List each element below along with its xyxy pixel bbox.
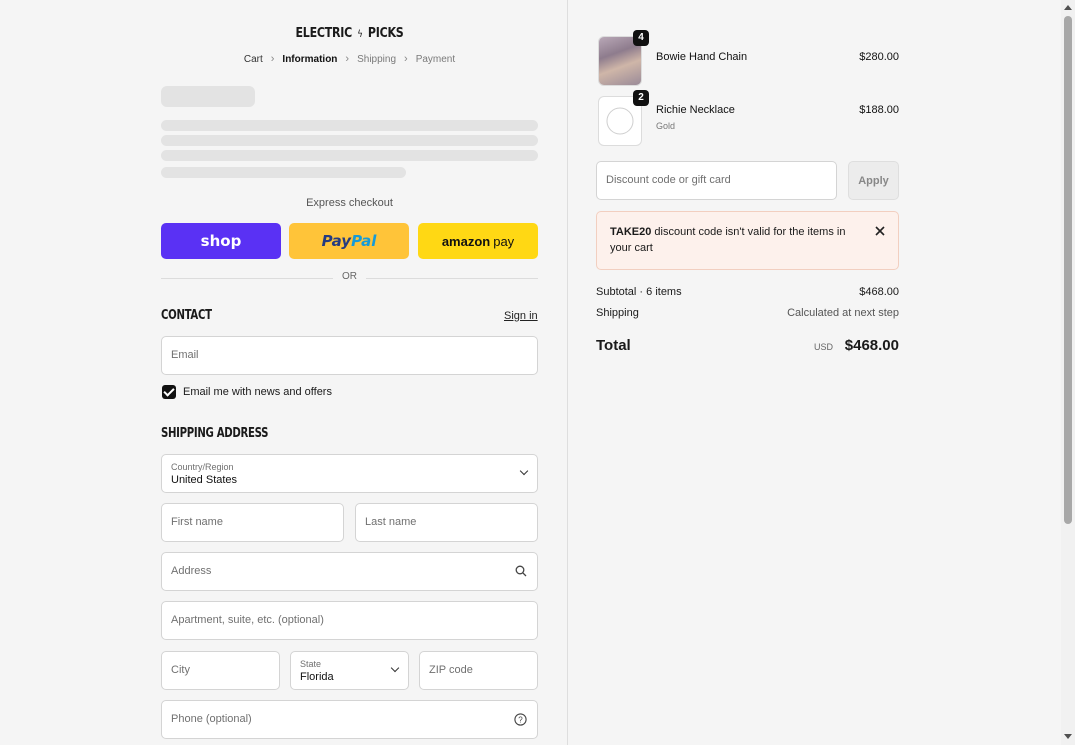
checkout-form-panel: ELECTRIC ϟ PICKS Cart › Information › Sh…: [0, 0, 567, 745]
total-label: Total: [596, 337, 631, 354]
breadcrumb-payment: Payment: [415, 53, 456, 65]
breadcrumb-information: Information: [282, 53, 338, 65]
paypal-label-pay: Pay: [321, 232, 352, 250]
address-placeholder: Address: [171, 565, 212, 577]
product-price: $280.00: [859, 51, 899, 63]
paypal-button[interactable]: Pay Pal: [289, 223, 409, 259]
scrollbar[interactable]: [1061, 0, 1075, 745]
or-text: OR: [342, 271, 357, 282]
shop-pay-label: shop: [200, 232, 242, 250]
chevron-down-icon: [390, 663, 400, 673]
loading-skeleton-line: [161, 150, 538, 161]
email-placeholder: Email: [171, 349, 199, 361]
state-label: State: [300, 659, 322, 669]
alert-code: TAKE20: [610, 226, 652, 238]
sign-in-link[interactable]: Sign in: [504, 310, 538, 322]
subtotal-value: $468.00: [859, 286, 899, 298]
apply-button[interactable]: Apply: [848, 161, 899, 200]
total-value: $468.00: [844, 337, 899, 354]
cart-item: 2 Richie Necklace Gold $188.00: [596, 90, 899, 146]
chevron-right-icon: ›: [404, 53, 408, 65]
product-name: Bowie Hand Chain: [656, 51, 748, 63]
phone-field[interactable]: Phone (optional) ?: [161, 700, 538, 739]
quantity-badge: 4: [633, 30, 649, 46]
contact-heading: Contact: [161, 308, 212, 323]
scrollbar-thumb[interactable]: [1064, 16, 1072, 524]
loading-skeleton-line: [161, 135, 538, 146]
discount-error-alert: TAKE20 discount code isn't valid for the…: [596, 211, 899, 270]
divider-line: [366, 278, 538, 279]
quantity-badge: 2: [633, 90, 649, 106]
breadcrumb-cart[interactable]: Cart: [244, 54, 263, 65]
loading-skeleton-title: [161, 86, 255, 107]
first-name-field[interactable]: First name: [161, 503, 344, 542]
amazon-label: amazon: [441, 233, 491, 249]
store-logo[interactable]: ELECTRIC ϟ PICKS: [189, 26, 509, 41]
total-row: Total USD $468.00: [596, 337, 899, 357]
breadcrumb: Cart › Information › Shipping › Payment: [161, 53, 538, 65]
phone-placeholder: Phone (optional): [171, 713, 252, 725]
state-value: Florida: [300, 671, 334, 683]
amazon-pay-button[interactable]: amazon pay: [418, 223, 538, 259]
email-field[interactable]: Email: [161, 336, 538, 375]
city-field[interactable]: City: [161, 651, 280, 690]
shipping-row: Shipping Calculated at next step: [596, 307, 899, 319]
last-name-placeholder: Last name: [365, 516, 417, 528]
breadcrumb-shipping: Shipping: [357, 53, 397, 65]
apartment-field[interactable]: Apartment, suite, etc. (optional): [161, 601, 538, 640]
zip-placeholder: ZIP code: [429, 664, 473, 676]
or-divider: OR: [161, 271, 538, 285]
first-name-placeholder: First name: [171, 516, 223, 528]
state-select[interactable]: State Florida: [290, 651, 409, 690]
amazon-pay-label: pay: [493, 233, 515, 249]
close-icon[interactable]: [874, 225, 886, 237]
chevron-right-icon: ›: [270, 53, 275, 65]
alert-message: TAKE20 discount code isn't valid for the…: [610, 224, 860, 256]
discount-placeholder: Discount code or gift card: [606, 174, 731, 186]
shop-pay-button[interactable]: shop: [161, 223, 281, 259]
express-checkout-label: Express checkout: [306, 197, 393, 209]
newsletter-checkbox[interactable]: [162, 385, 176, 399]
discount-code-field[interactable]: Discount code or gift card: [596, 161, 837, 200]
apartment-placeholder: Apartment, suite, etc. (optional): [171, 614, 324, 626]
newsletter-option[interactable]: Email me with news and offers: [162, 385, 332, 399]
scroll-up-icon[interactable]: [1064, 5, 1072, 10]
search-icon: [515, 565, 527, 580]
loading-skeleton-line: [161, 120, 538, 131]
address-field[interactable]: Address: [161, 552, 538, 591]
shipping-address-heading: Shipping address: [161, 426, 269, 441]
logo-text-left: ELECTRIC: [295, 26, 352, 41]
country-select[interactable]: Country/Region United States: [161, 454, 538, 493]
apply-label: Apply: [858, 174, 889, 187]
currency-code: USD: [813, 342, 833, 352]
lightning-icon: ϟ: [357, 29, 363, 40]
subtotal-row: Subtotal · 6 items $468.00: [596, 286, 899, 298]
newsletter-label: Email me with news and offers: [183, 386, 332, 398]
subtotal-label: Subtotal · 6 items: [596, 286, 682, 298]
country-label: Country/Region: [171, 462, 234, 472]
product-price: $188.00: [859, 104, 899, 116]
cart-item: 4 Bowie Hand Chain $280.00: [596, 30, 899, 86]
chevron-down-icon: [519, 466, 529, 476]
product-variant: Gold: [656, 121, 676, 131]
city-placeholder: City: [171, 664, 190, 676]
chevron-right-icon: ›: [345, 53, 350, 65]
svg-text:?: ?: [518, 715, 523, 724]
zip-field[interactable]: ZIP code: [419, 651, 538, 690]
paypal-label-pal: Pal: [351, 232, 377, 250]
shipping-label: Shipping: [596, 307, 639, 319]
logo-text-right: PICKS: [367, 26, 404, 41]
country-value: United States: [171, 474, 238, 486]
help-icon[interactable]: ?: [514, 713, 527, 729]
scroll-down-icon[interactable]: [1064, 734, 1072, 739]
shipping-value: Calculated at next step: [787, 307, 899, 319]
loading-skeleton-line: [161, 167, 406, 178]
product-name: Richie Necklace: [656, 104, 735, 116]
last-name-field[interactable]: Last name: [355, 503, 538, 542]
